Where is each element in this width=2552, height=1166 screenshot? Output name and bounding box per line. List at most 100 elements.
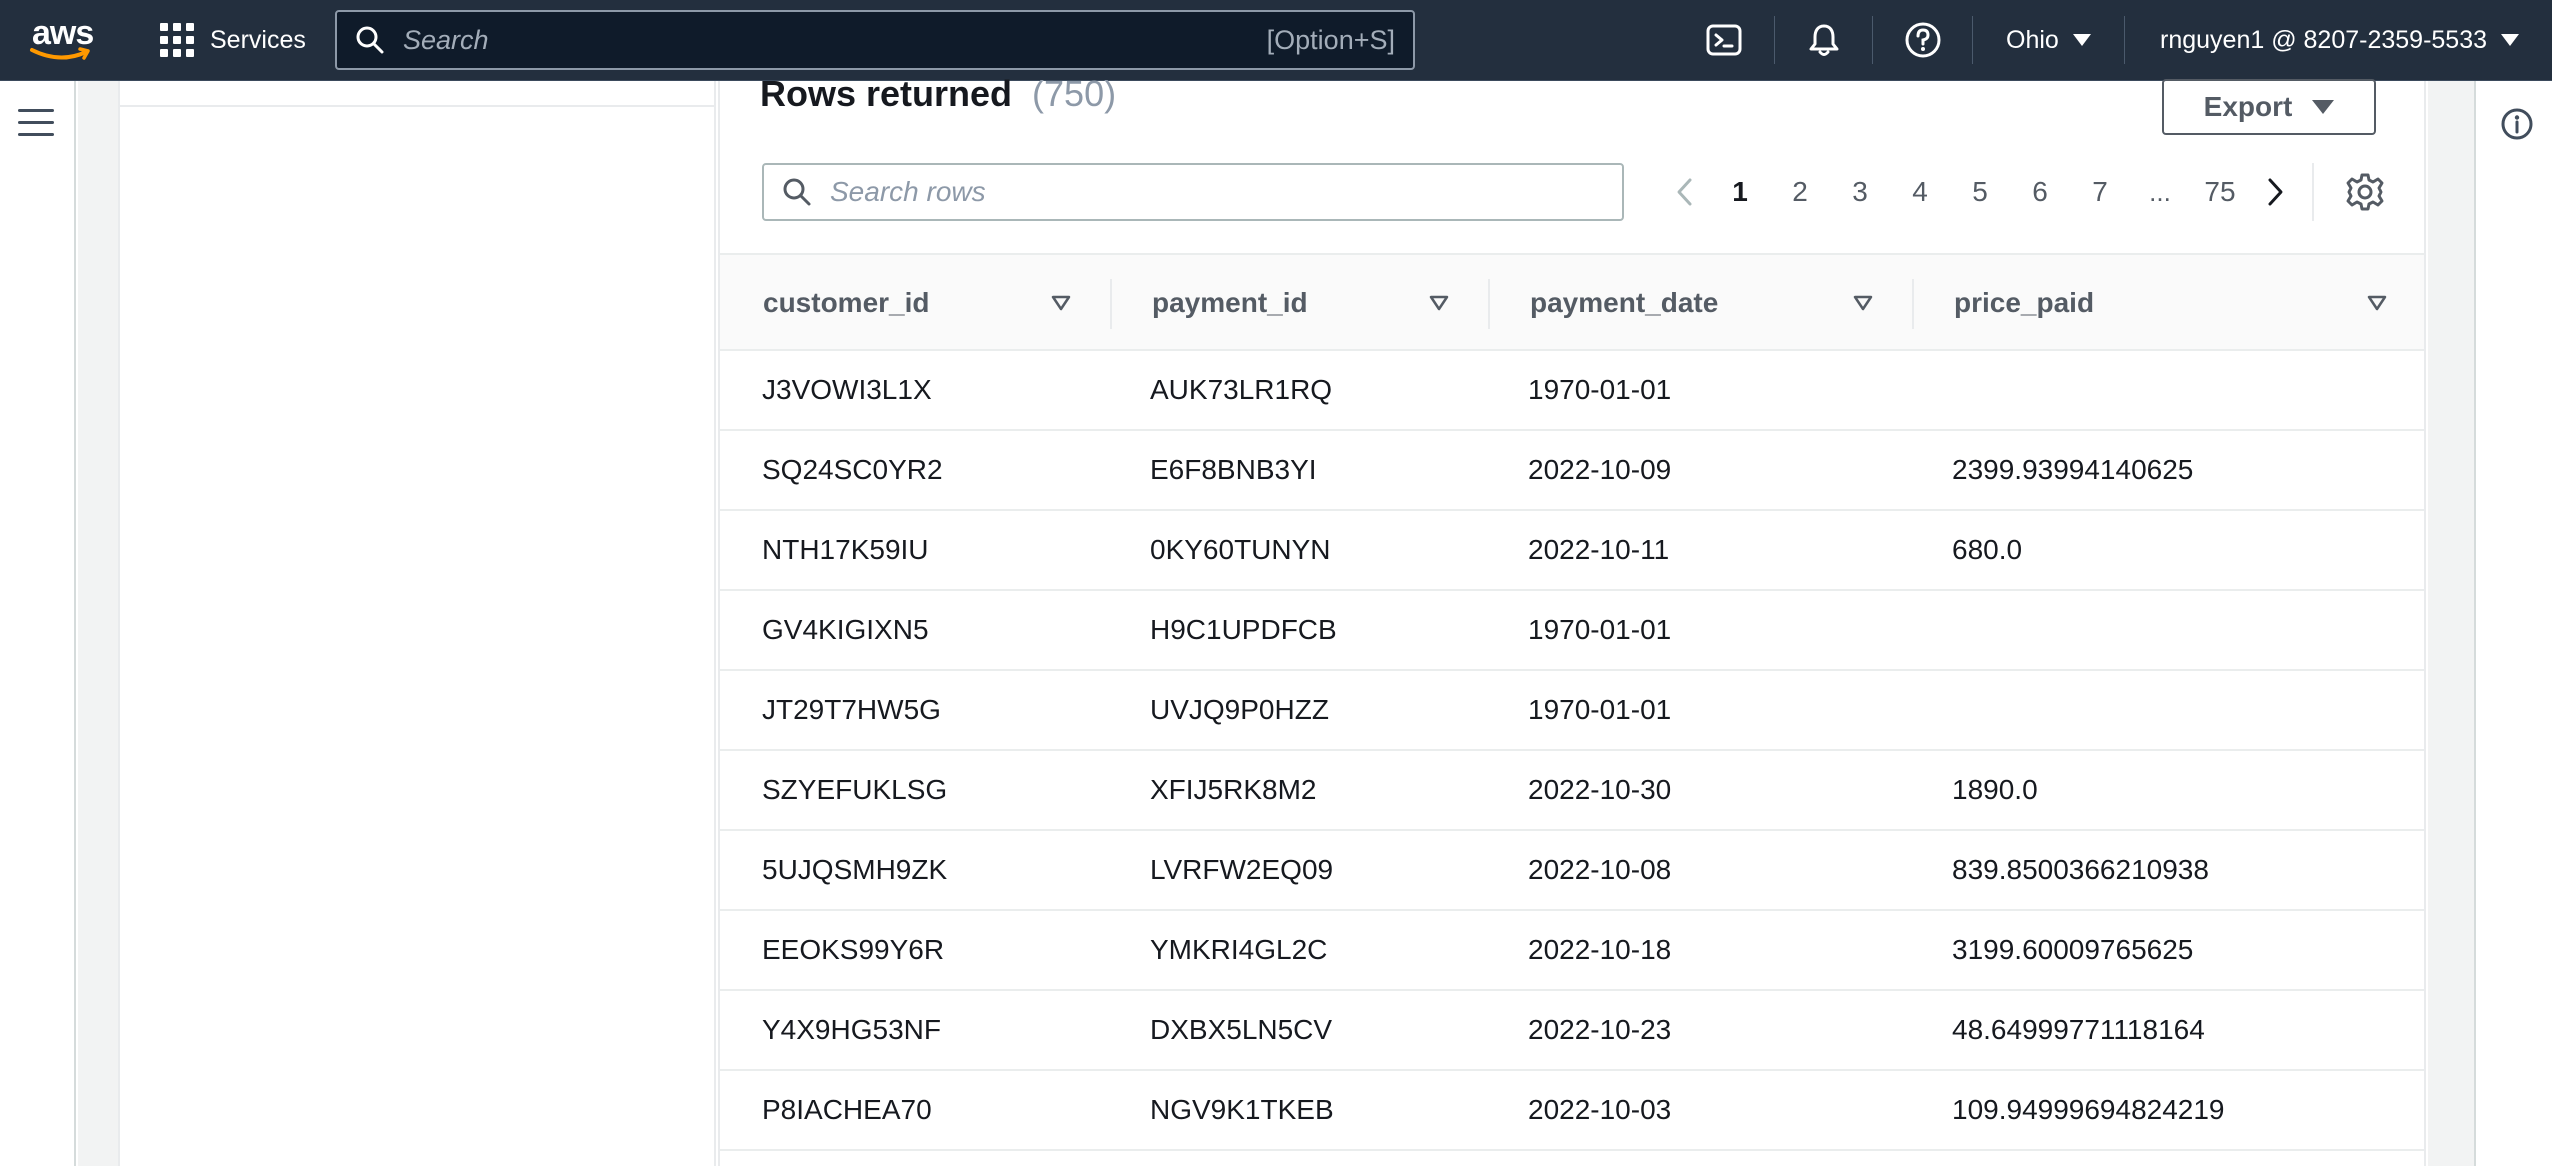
sort-icon[interactable] [1050,293,1072,313]
cell-payment-date: 2022-10-03 [1528,1094,1672,1125]
cell-price-paid: 3199.60009765625 [1952,934,2194,965]
pagination-divider [2312,163,2314,221]
cell-payment-date: 2022-10-08 [1528,854,1672,885]
table-row: SZYEFUKLSG XFIJ5RK8M2 2022-10-30 1890.0 [720,751,2424,831]
app-grid-icon [160,23,194,57]
search-icon [356,26,384,54]
page-button-4[interactable]: 4 [1890,167,1950,217]
page-button-5[interactable]: 5 [1950,167,2010,217]
table-row: JT29T7HW5G UVJQ9P0HZZ 1970-01-01 [720,671,2424,751]
pagination: 1 2 3 4 5 6 7 ... 75 [1660,167,2300,217]
aws-smile-icon [30,47,90,60]
cell-price-paid: 2399.93994140625 [1952,454,2194,485]
results-table: customer_id payment_id payment_date pric… [720,253,2424,1151]
search-icon [783,178,811,206]
search-shortcut-hint: [Option+S] [1266,24,1395,55]
cell-payment-id: AUK73LR1RQ [1150,374,1333,405]
cell-payment-id: 0KY60TUNYN [1150,534,1331,565]
column-header-customer-id[interactable]: customer_id [763,255,930,351]
help-icon[interactable] [1903,20,1943,60]
page-button-1[interactable]: 1 [1710,167,1770,217]
menu-icon[interactable] [18,109,54,139]
cell-price-paid: 680.0 [1952,534,2023,565]
column-header-payment-date[interactable]: payment_date [1530,255,1718,351]
services-menu-button[interactable]: Services [160,18,306,62]
cell-customer-id: J3VOWI3L1X [762,374,932,405]
cell-payment-date: 1970-01-01 [1528,694,1672,725]
content-gutter [2428,81,2474,1166]
table-row: SQ24SC0YR2 E6F8BNB3YI 2022-10-09 2399.93… [720,431,2424,511]
cell-payment-id: YMKRI4GL2C [1150,934,1328,965]
sort-icon[interactable] [1428,293,1450,313]
table-row: NTH17K59IU 0KY60TUNYN 2022-10-11 680.0 [720,511,2424,591]
next-page-button[interactable] [2250,167,2300,217]
cell-customer-id: SQ24SC0YR2 [762,454,943,485]
cell-payment-date: 2022-10-23 [1528,1014,1672,1045]
chevron-right-icon [2268,178,2283,206]
cell-price-paid: 1890.0 [1952,774,2038,805]
cell-customer-id: JT29T7HW5G [762,694,941,725]
cell-payment-id: LVRFW2EQ09 [1150,854,1334,885]
cell-payment-id: E6F8BNB3YI [1150,454,1317,485]
gear-icon[interactable] [2345,172,2385,212]
side-panel [118,81,716,1166]
region-selector[interactable]: Ohio [2006,20,2091,60]
cell-customer-id: Y4X9HG53NF [762,1014,941,1045]
nav-divider [1774,16,1775,64]
column-divider[interactable] [1912,279,1914,329]
cell-payment-date: 2022-10-11 [1528,534,1670,565]
cell-price-paid: 48.64999771118164 [1952,1014,2205,1045]
results-title: Rows returned [760,73,1013,114]
table-row: Y4X9HG53NF DXBX5LN5CV 2022-10-23 48.6499… [720,991,2424,1071]
cell-payment-date: 1970-01-01 [1528,374,1672,405]
page-button-7[interactable]: 7 [2070,167,2130,217]
cell-price-paid: 839.8500366210938 [1952,854,2209,885]
chevron-down-icon [2501,34,2520,46]
top-navigation-bar: aws Services [Option+S] [0,0,2552,81]
table-row: GV4KIGIXN5 H9C1UPDFCB 1970-01-01 [720,591,2424,671]
table-row: EEOKS99Y6R YMKRI4GL2C 2022-10-18 3199.60… [720,911,2424,991]
page-button-2[interactable]: 2 [1770,167,1830,217]
column-header-price-paid[interactable]: price_paid [1954,255,2094,351]
global-search-box[interactable]: [Option+S] [335,10,1415,70]
sort-icon[interactable] [2366,293,2388,313]
row-search-box[interactable] [762,163,1624,221]
info-icon[interactable] [2500,107,2534,141]
cell-customer-id: 5UJQSMH9ZK [762,854,948,885]
side-panel-divider [120,105,714,107]
cell-payment-id: UVJQ9P0HZZ [1150,694,1329,725]
cell-payment-date: 2022-10-18 [1528,934,1672,965]
results-count: (750) [1032,73,1117,114]
page-button-3[interactable]: 3 [1830,167,1890,217]
column-divider[interactable] [1110,279,1112,329]
cell-customer-id: SZYEFUKLSG [762,774,948,805]
global-search-input[interactable] [403,24,1267,56]
aws-logo-text: aws [32,14,94,52]
page-button-last[interactable]: 75 [2190,167,2250,217]
table-header: customer_id payment_id payment_date pric… [720,253,2424,351]
sort-icon[interactable] [1852,293,1874,313]
bell-icon[interactable] [1804,20,1844,60]
cell-customer-id: P8IACHEA70 [762,1094,932,1125]
services-label: Services [210,25,306,54]
column-divider[interactable] [1488,279,1490,329]
table-row: 5UJQSMH9ZK LVRFW2EQ09 2022-10-08 839.850… [720,831,2424,911]
page-ellipsis: ... [2149,176,2171,207]
nav-divider [2124,16,2125,64]
region-label: Ohio [2006,25,2059,54]
caret-down-icon [2312,100,2335,114]
export-button[interactable]: Export [2162,79,2376,135]
cell-customer-id: NTH17K59IU [762,534,929,565]
chevron-down-icon [2072,34,2091,46]
aws-logo[interactable]: aws [28,14,98,66]
table-row: J3VOWI3L1X AUK73LR1RQ 1970-01-01 [720,351,2424,431]
cell-payment-id: XFIJ5RK8M2 [1150,774,1317,805]
previous-page-button[interactable] [1660,167,1710,217]
page-button-6[interactable]: 6 [2010,167,2070,217]
row-search-input[interactable] [830,176,1604,208]
account-menu[interactable]: rnguyen1 @ 8207-2359-5533 [2160,20,2520,60]
cell-price-paid: 109.94999694824219 [1952,1094,2225,1125]
cloudshell-icon[interactable] [1704,20,1744,60]
column-header-payment-id[interactable]: payment_id [1152,255,1308,351]
cell-payment-id: NGV9K1TKEB [1150,1094,1334,1125]
